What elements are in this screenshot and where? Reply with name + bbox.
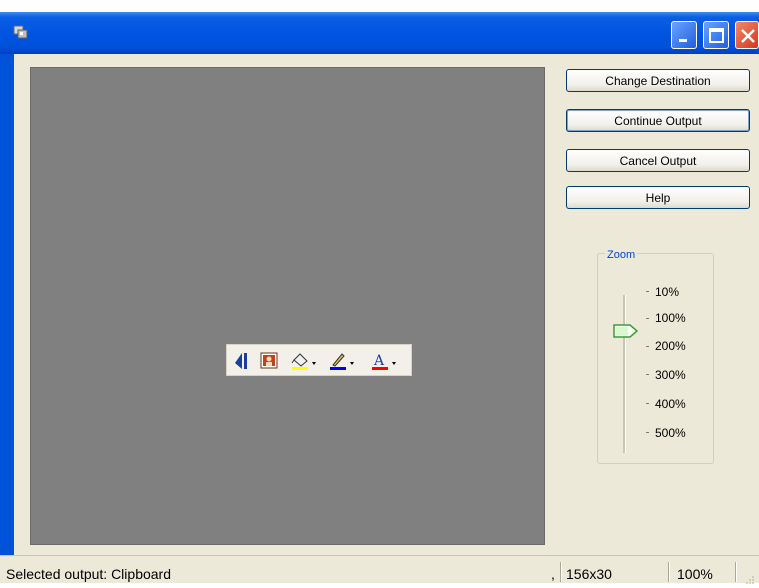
zoom-tick bbox=[646, 403, 649, 404]
maximize-button[interactable] bbox=[703, 21, 729, 49]
zoom-tick bbox=[646, 318, 649, 319]
selected-output-status: Selected output: Clipboard bbox=[6, 566, 171, 582]
continue-output-button[interactable]: Continue Output bbox=[566, 109, 750, 132]
preview-toolbar: A bbox=[226, 344, 412, 376]
dimensions-status: 156x30 bbox=[566, 566, 612, 582]
line-color-icon[interactable] bbox=[328, 351, 358, 371]
status-divider bbox=[735, 562, 737, 582]
status-separator-mark: , bbox=[551, 566, 555, 582]
zoom-option-10[interactable]: 10% bbox=[655, 285, 679, 299]
zoom-tick bbox=[646, 374, 649, 375]
zoom-option-100[interactable]: 100% bbox=[655, 311, 686, 325]
text-direction-icon[interactable] bbox=[232, 351, 250, 371]
zoom-option-400[interactable]: 400% bbox=[655, 397, 686, 411]
font-color-icon[interactable]: A bbox=[370, 351, 400, 371]
minimize-icon bbox=[679, 39, 687, 42]
status-divider bbox=[668, 562, 670, 582]
status-divider bbox=[560, 562, 562, 582]
zoom-option-500[interactable]: 500% bbox=[655, 426, 686, 440]
zoom-slider-thumb[interactable] bbox=[613, 323, 639, 338]
resize-grip-icon[interactable] bbox=[745, 572, 755, 584]
zoom-tick bbox=[646, 291, 649, 292]
minimize-button[interactable] bbox=[671, 21, 697, 49]
output-preview-area[interactable]: A bbox=[30, 67, 545, 545]
fill-color-swatch bbox=[292, 367, 308, 370]
maximize-icon bbox=[709, 28, 724, 43]
zoom-tick bbox=[646, 346, 649, 347]
font-color-swatch bbox=[372, 367, 388, 370]
zoom-level-status: 100% bbox=[677, 566, 713, 582]
svg-text:A: A bbox=[373, 353, 385, 369]
change-destination-button[interactable]: Change Destination bbox=[566, 69, 750, 92]
zoom-option-300[interactable]: 300% bbox=[655, 368, 686, 382]
picture-icon[interactable] bbox=[260, 351, 278, 371]
cancel-output-button[interactable]: Cancel Output bbox=[566, 149, 750, 172]
help-button[interactable]: Help bbox=[566, 186, 750, 209]
line-color-swatch bbox=[330, 367, 346, 370]
app-icon[interactable] bbox=[13, 25, 29, 40]
zoom-slider-track[interactable] bbox=[623, 295, 626, 453]
close-icon bbox=[741, 29, 755, 43]
title-bar[interactable] bbox=[0, 12, 759, 54]
window-frame-left bbox=[0, 54, 14, 571]
zoom-label: Zoom bbox=[605, 249, 638, 261]
snapshot-output-window: A Change Destination Continue Output Can… bbox=[0, 12, 759, 584]
fill-color-icon[interactable] bbox=[290, 351, 320, 371]
zoom-option-200[interactable]: 200% bbox=[655, 339, 686, 353]
zoom-tick bbox=[646, 432, 649, 433]
status-bar: Selected output: Clipboard , 156x30 100% bbox=[0, 555, 759, 584]
close-button[interactable] bbox=[735, 21, 759, 49]
